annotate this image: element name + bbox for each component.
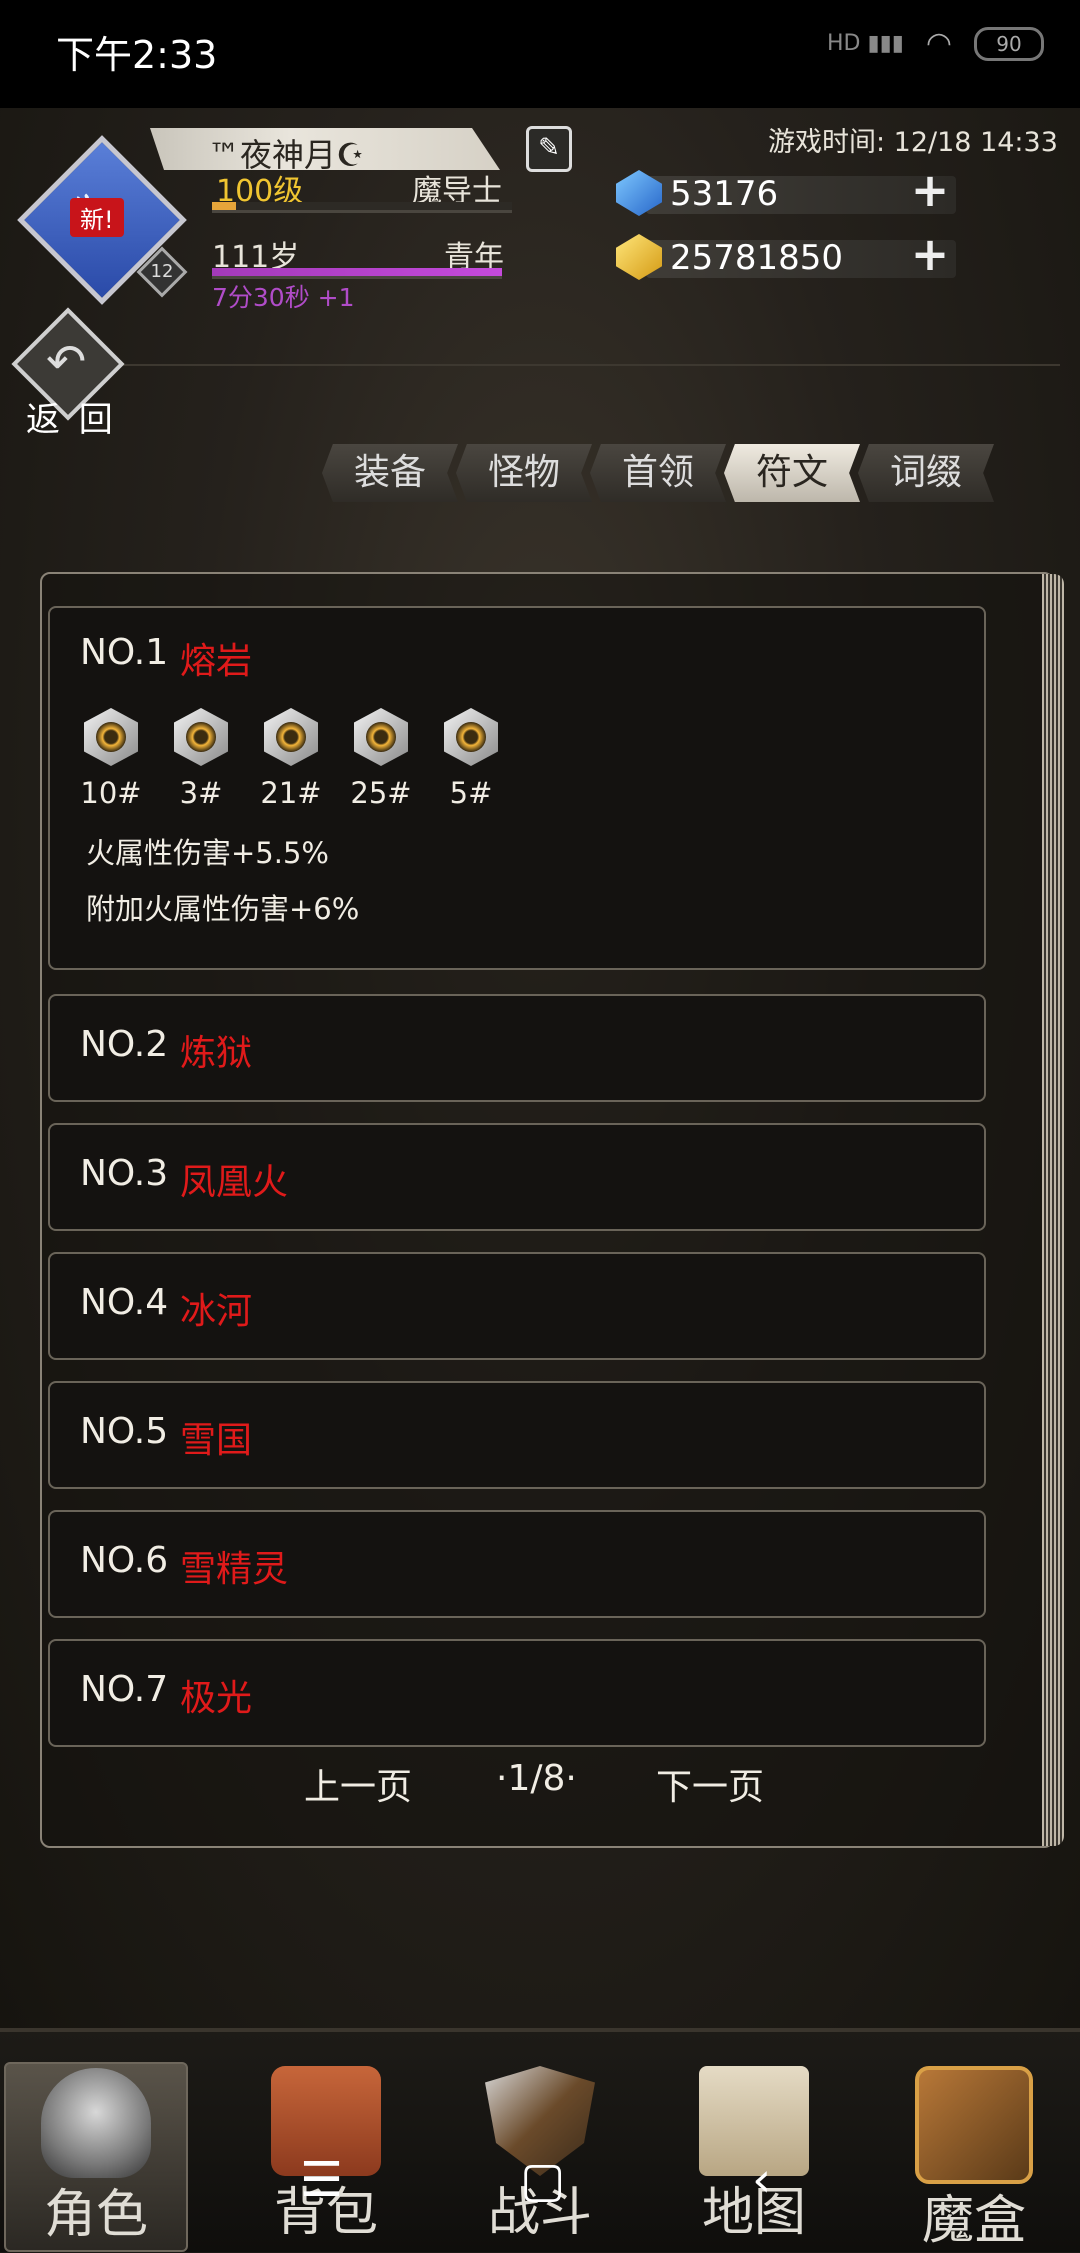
- rune-word-entry[interactable]: NO.6 雪精灵: [48, 1510, 986, 1618]
- rune-number: 25#: [350, 776, 412, 810]
- nav-label: 角色: [43, 2185, 148, 2245]
- magic-box-icon: [915, 2066, 1033, 2184]
- new-badge: 新!: [70, 198, 124, 237]
- hd-signal-icon: HD ▮▮▮: [827, 31, 904, 56]
- xp-progress-fill: [212, 202, 236, 210]
- nav-label: 地图: [701, 2183, 806, 2243]
- age-timer: 7分30秒 +1: [212, 283, 355, 312]
- entry-name: 冰河: [180, 1291, 253, 1332]
- entry-number: NO.5: [80, 1411, 169, 1452]
- entry-name: 极光: [180, 1678, 253, 1719]
- entry-name: 凤凰火: [180, 1162, 289, 1203]
- rune-list: 10# 3# 21# 25# 5#: [80, 708, 502, 810]
- rune-number: 5#: [449, 776, 493, 810]
- shield-sword-icon: [485, 2066, 595, 2176]
- rune-slot[interactable]: 25#: [350, 708, 412, 810]
- rune-icon: [174, 708, 228, 766]
- nav-battle[interactable]: 战斗: [450, 2062, 630, 2248]
- scroll-map-icon: [699, 2066, 809, 2176]
- status-time: 下午2:33: [56, 33, 218, 77]
- entry-number: NO.6: [80, 1540, 169, 1581]
- bottom-navigation: 角色 背包 战斗 地图 魔盒: [0, 2028, 1080, 2252]
- player-avatar[interactable]: ♞ 新! 12: [17, 135, 188, 305]
- nav-label: 战斗: [487, 2183, 592, 2243]
- rune-icon: [84, 708, 138, 766]
- entry-name: 雪国: [180, 1420, 253, 1461]
- rune-word-entry[interactable]: NO.7 极光: [48, 1639, 986, 1747]
- xp-progress-bar: [212, 202, 512, 213]
- tab-monster[interactable]: 怪物: [456, 444, 592, 502]
- backpack-icon: [271, 2066, 381, 2176]
- rune-icon: [444, 708, 498, 766]
- rune-slot[interactable]: 3#: [170, 708, 232, 810]
- nav-magic-box[interactable]: 魔盒: [884, 2062, 1064, 2251]
- nav-character[interactable]: 角色: [4, 2062, 188, 2252]
- nav-map[interactable]: 地图: [664, 2062, 844, 2248]
- nav-backpack[interactable]: 背包: [236, 2062, 416, 2248]
- rune-slot[interactable]: 10#: [80, 708, 142, 810]
- player-name-banner: ™夜神月☪: [150, 128, 500, 170]
- rune-word-entry[interactable]: NO.4 冰河: [48, 1252, 986, 1360]
- rune-slot[interactable]: 5#: [440, 708, 502, 810]
- entry-name: 雪精灵: [180, 1549, 289, 1590]
- rune-word-entry[interactable]: NO.1 熔岩 10# 3# 21# 25# 5# 火属性伤害+5.5% 附加火…: [48, 606, 986, 970]
- add-diamond-button[interactable]: +: [908, 167, 952, 214]
- entry-number: NO.1: [80, 632, 169, 673]
- status-icons: HD ▮▮▮ ◠ 90: [827, 26, 1044, 61]
- entry-number: NO.4: [80, 1282, 169, 1323]
- rune-word-entry[interactable]: NO.3 凤凰火: [48, 1123, 986, 1231]
- entry-number: NO.7: [80, 1669, 169, 1710]
- entry-name: 熔岩: [180, 641, 253, 682]
- tab-rune[interactable]: 符文: [724, 444, 860, 502]
- rune-icon: [354, 708, 408, 766]
- header-divider: [120, 364, 1060, 366]
- battery-icon: 90: [974, 26, 1044, 61]
- rune-number: 10#: [80, 776, 142, 810]
- rune-effect: 火属性伤害+5.5%: [86, 836, 329, 870]
- rune-icon: [264, 708, 318, 766]
- gold-amount: 25781850: [670, 238, 844, 278]
- nav-label: 背包: [273, 2183, 378, 2243]
- status-bar: 下午2:33 HD ▮▮▮ ◠ 90: [0, 0, 1080, 108]
- add-gold-button[interactable]: +: [908, 231, 952, 278]
- tab-affix[interactable]: 词缀: [858, 444, 994, 502]
- edit-icon: ✎: [538, 133, 560, 163]
- game-time: 游戏时间: 12/18 14:33: [768, 127, 1058, 158]
- entry-name: 炼狱: [180, 1033, 253, 1074]
- diamond-amount: 53176: [670, 174, 779, 214]
- tab-equipment[interactable]: 装备: [322, 444, 458, 502]
- prev-page-button[interactable]: 上一页: [304, 1758, 412, 1810]
- nav-label: 魔盒: [921, 2191, 1026, 2251]
- wifi-icon: ◠: [925, 26, 952, 61]
- rune-number: 3#: [179, 776, 223, 810]
- rune-effect: 附加火属性伤害+6%: [86, 892, 360, 926]
- back-label: 返 回: [26, 400, 117, 440]
- back-arrow-icon: ↶: [46, 334, 87, 390]
- next-page-button[interactable]: 下一页: [656, 1758, 764, 1810]
- rune-number: 21#: [260, 776, 322, 810]
- category-tabs: 装备 怪物 首领 符文 词缀: [322, 444, 994, 502]
- book-pages-edge: [1042, 574, 1064, 1846]
- rune-word-entry[interactable]: NO.5 雪国: [48, 1381, 986, 1489]
- helmet-icon: [41, 2068, 151, 2178]
- rune-book-panel: NO.1 熔岩 10# 3# 21# 25# 5# 火属性伤害+5.5% 附加火…: [40, 572, 1064, 1848]
- entry-number: NO.2: [80, 1024, 169, 1065]
- tab-boss[interactable]: 首领: [590, 444, 726, 502]
- rune-word-entry[interactable]: NO.2 炼狱: [48, 994, 986, 1102]
- entry-number: NO.3: [80, 1153, 169, 1194]
- rune-slot[interactable]: 21#: [260, 708, 322, 810]
- edit-name-button[interactable]: ✎: [526, 126, 572, 172]
- page-indicator: ·1/8·: [496, 1758, 577, 1799]
